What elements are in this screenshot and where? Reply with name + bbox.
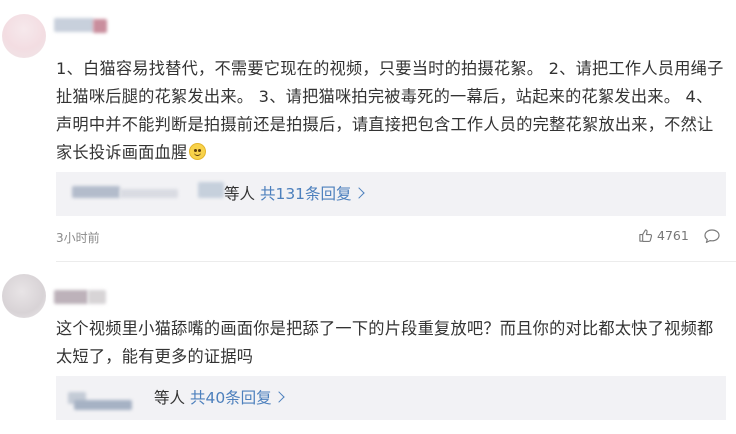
smile-emoji-icon xyxy=(188,143,206,160)
thumbs-up-icon xyxy=(639,229,653,242)
replies-summary[interactable]: 等人 共40条回复 xyxy=(154,387,285,409)
replies-preview[interactable]: 等人 共131条回复 xyxy=(56,172,726,216)
reply-user-blurred xyxy=(198,182,224,198)
comment-item: 这个视频里小猫舔嘴的画面你是把舔了一下的片段重复放吧？而且你的对比都太快了视频都… xyxy=(0,262,736,434)
reply-button[interactable] xyxy=(703,228,721,248)
replies-prefix: 等人 xyxy=(224,185,256,203)
replies-count-link[interactable]: 共40条回复 xyxy=(190,389,272,407)
comment-text-body: 1、白猫容易找替代，不需要它现在的视频，只要当时的拍摄花絮。 2、请把工作人员用… xyxy=(56,59,724,162)
chevron-right-icon xyxy=(352,187,365,199)
username-blurred[interactable] xyxy=(54,290,88,304)
username-blurred[interactable] xyxy=(54,18,94,32)
chevron-right-icon xyxy=(273,391,285,403)
reply-user-blurred xyxy=(72,186,120,198)
comment-item: 1、白猫容易找替代，不需要它现在的视频，只要当时的拍摄花絮。 2、请把工作人员用… xyxy=(0,0,736,262)
like-button[interactable]: 4761 xyxy=(638,228,689,243)
avatar[interactable] xyxy=(2,274,46,318)
like-count: 4761 xyxy=(657,228,689,243)
replies-preview[interactable]: 等人 共40条回复 xyxy=(56,376,726,420)
username-blurred-accent xyxy=(93,19,107,33)
comment-timestamp: 3小时前 xyxy=(56,231,100,245)
comment-text: 这个视频里小猫舔嘴的画面你是把舔了一下的片段重复放吧？而且你的对比都太快了视频都… xyxy=(56,315,726,371)
comment-bubble-icon xyxy=(704,229,720,243)
reply-user-blurred xyxy=(120,189,178,198)
avatar[interactable] xyxy=(2,14,46,58)
replies-summary[interactable]: 等人 共131条回复 xyxy=(224,183,365,205)
username-blurred-accent xyxy=(88,290,106,304)
reply-user-blurred xyxy=(74,400,132,410)
replies-count-link[interactable]: 共131条回复 xyxy=(260,185,352,203)
replies-prefix: 等人 xyxy=(154,389,186,407)
comment-text: 1、白猫容易找替代，不需要它现在的视频，只要当时的拍摄花絮。 2、请把工作人员用… xyxy=(56,55,726,167)
comment-text-body: 这个视频里小猫舔嘴的画面你是把舔了一下的片段重复放吧？而且你的对比都太快了视频都… xyxy=(56,319,714,366)
